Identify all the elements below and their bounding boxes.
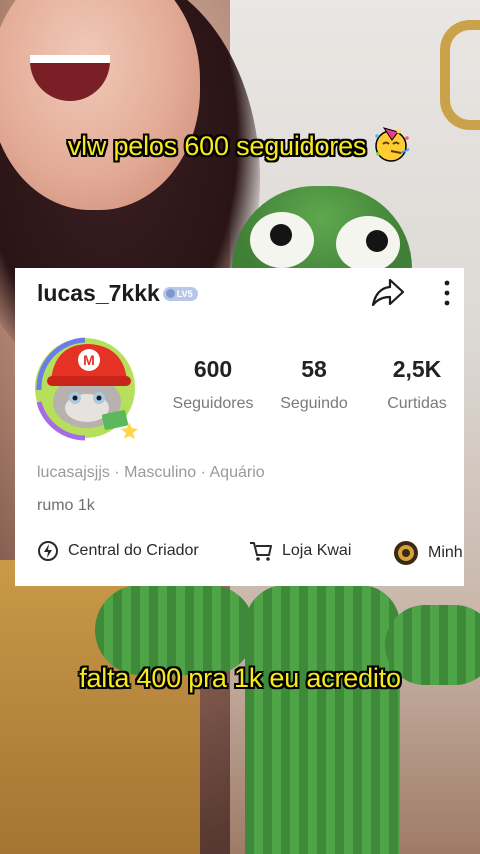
shopping-cart-icon xyxy=(250,542,272,561)
share-icon[interactable] xyxy=(370,276,406,308)
cactus-pupil-right xyxy=(366,230,388,252)
cactus-eye-left xyxy=(250,212,314,268)
dancing-cactus-arm-left xyxy=(95,585,255,675)
following-label: Seguindo xyxy=(280,395,348,412)
dancing-cactus-body xyxy=(245,585,400,854)
level-badge[interactable]: LV5 xyxy=(162,286,198,301)
caption-bottom: falta 400 pra 1k eu acredito xyxy=(0,663,480,694)
third-quick-link-label: Minh xyxy=(428,544,463,561)
caption-top-text: vlw pelos 600 seguidores xyxy=(67,131,367,162)
profile-card: lucas_7kkk LV5 M 600 Seguidores 58 Segui… xyxy=(15,268,464,586)
profile-details: lucasajsjjs · Masculino · Aquário xyxy=(37,464,265,481)
creator-center-icon xyxy=(38,541,58,561)
creator-center-label: Central do Criador xyxy=(68,542,199,559)
partying-face-emoji xyxy=(375,127,410,162)
cactus-pupil-left xyxy=(270,224,292,246)
shop-link[interactable]: Loja Kwai xyxy=(249,540,351,562)
level-badge-text: LV5 xyxy=(176,288,193,299)
profile-username[interactable]: lucas_7kkk xyxy=(37,280,160,307)
third-quick-link[interactable]: Minh xyxy=(393,540,463,566)
quick-links-row: Central do Criador Loja Kwai Minh xyxy=(37,540,464,566)
stat-followers[interactable]: 600 Seguidores xyxy=(163,356,263,413)
creator-center-link[interactable]: Central do Criador xyxy=(37,540,199,562)
svg-text:M: M xyxy=(83,352,95,368)
profile-avatar[interactable]: M xyxy=(29,330,145,446)
followers-count: 600 xyxy=(193,356,233,382)
stat-likes[interactable]: 2,5K Curtidas xyxy=(367,356,467,413)
likes-label: Curtidas xyxy=(387,395,447,412)
shop-label: Loja Kwai xyxy=(282,542,352,559)
more-vertical-icon[interactable] xyxy=(439,278,455,308)
level-badge-icon xyxy=(165,289,175,298)
caption-bottom-text: falta 400 pra 1k eu acredito xyxy=(79,663,401,693)
followers-label: Seguidores xyxy=(172,395,254,412)
background-lamp xyxy=(440,20,480,130)
coin-icon xyxy=(394,541,418,565)
likes-count: 2,5K xyxy=(392,356,442,382)
background-smile xyxy=(30,55,110,101)
stat-following[interactable]: 58 Seguindo xyxy=(264,356,364,413)
username-row: lucas_7kkk LV5 xyxy=(37,280,198,307)
following-count: 58 xyxy=(301,356,327,382)
profile-bio: rumo 1k xyxy=(37,497,95,514)
cactus-eye-right xyxy=(336,216,400,272)
caption-top: vlw pelos 600 seguidores xyxy=(0,127,480,168)
